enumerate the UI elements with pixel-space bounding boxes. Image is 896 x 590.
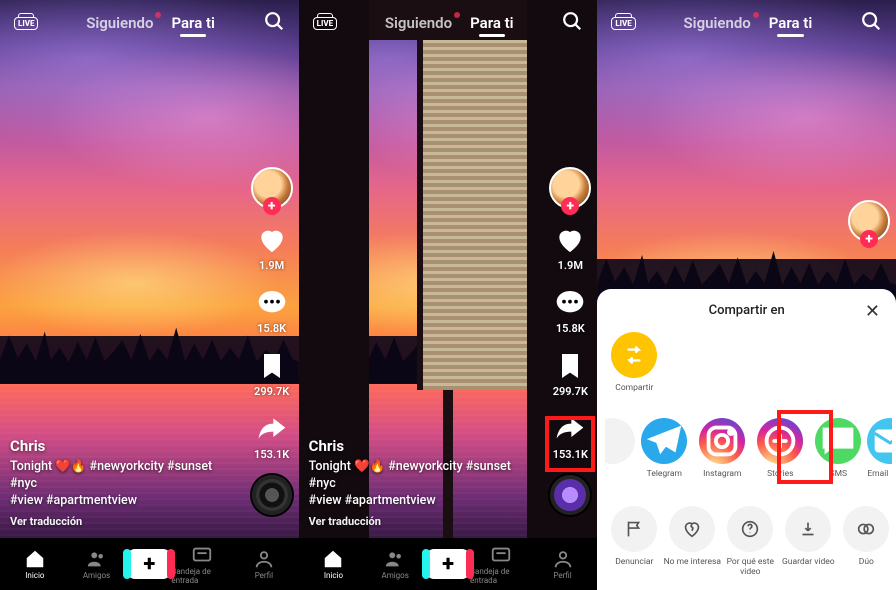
- share-count: 153.1K: [254, 448, 289, 461]
- download-icon: [785, 506, 831, 552]
- author-name[interactable]: Chris: [309, 437, 528, 455]
- nav-friends[interactable]: Amigos: [364, 548, 426, 580]
- tab-for-you[interactable]: Para ti: [769, 14, 812, 32]
- nav-profile[interactable]: Perfil: [233, 548, 295, 580]
- nav-create[interactable]: +: [426, 549, 470, 579]
- share-telegram[interactable]: Telegram: [635, 418, 693, 490]
- nav-friends[interactable]: Amigos: [66, 548, 128, 580]
- three-screens: LIVE Siguiendo Para ti + 1.9M 15.8K 299.…: [0, 0, 896, 590]
- share-sheet: Compartir en ✕ Compartir Telegram Instag…: [597, 289, 896, 590]
- translate-link[interactable]: Ver traducción: [309, 515, 528, 528]
- nav-create[interactable]: +: [127, 549, 171, 579]
- screen-3: LIVE Siguiendo Para ti + Compartir en ✕ …: [597, 0, 896, 590]
- comment-button[interactable]: 15.8K: [553, 286, 587, 335]
- tab-for-you[interactable]: Para ti: [171, 14, 214, 32]
- follow-plus-icon[interactable]: +: [263, 197, 281, 215]
- action-rail: + 1.9M 15.8K 299.7K 153.1K: [251, 167, 293, 515]
- share-icon: [255, 412, 289, 446]
- caption: Chris Tonight ❤️🔥 #newyorkcity #sunset #…: [10, 437, 229, 528]
- comment-button[interactable]: 15.8K: [255, 286, 289, 335]
- nav-home[interactable]: Inicio: [4, 548, 66, 580]
- caption-text[interactable]: Tonight ❤️🔥 #newyorkcity #sunset #nyc#vi…: [10, 459, 229, 510]
- like-button[interactable]: 1.9M: [553, 223, 587, 272]
- search-icon[interactable]: [263, 10, 285, 36]
- comment-count: 15.8K: [257, 322, 286, 335]
- author-name[interactable]: Chris: [10, 437, 229, 455]
- close-icon[interactable]: ✕: [865, 301, 880, 322]
- sound-disc[interactable]: [252, 475, 292, 515]
- notification-dot: [155, 12, 161, 18]
- author-avatar[interactable]: +: [251, 167, 293, 209]
- search-icon[interactable]: [561, 10, 583, 36]
- duet-icon: [843, 506, 889, 552]
- comment-icon: [255, 286, 289, 320]
- like-button[interactable]: 1.9M: [255, 223, 289, 272]
- feed-tabs: Siguiendo Para ti: [86, 14, 215, 32]
- save-button[interactable]: 299.7K: [254, 349, 289, 398]
- bookmark-icon: [255, 349, 289, 383]
- share-app-partial-left[interactable]: [605, 418, 635, 490]
- action-why[interactable]: Por qué este video: [721, 506, 779, 578]
- heart-icon: [255, 223, 289, 257]
- highlight-share: [545, 416, 595, 472]
- save-count: 299.7K: [254, 385, 289, 398]
- instagram-icon: [699, 418, 745, 464]
- author-avatar[interactable]: +: [549, 167, 591, 209]
- telegram-icon: [641, 418, 687, 464]
- plus-icon: +: [143, 552, 155, 577]
- share-instagram[interactable]: Instagram: [693, 418, 751, 490]
- broken-heart-icon: [669, 506, 715, 552]
- nav-home[interactable]: Inicio: [303, 548, 365, 580]
- repost-button[interactable]: Compartir: [605, 332, 663, 404]
- action-duet[interactable]: Dúo: [837, 506, 892, 578]
- share-button[interactable]: 153.1K: [254, 412, 289, 461]
- translate-link[interactable]: Ver traducción: [10, 515, 229, 528]
- screen-2: LIVE Siguiendo Para ti + 1.9M 15.8K 299.…: [299, 0, 598, 590]
- live-button[interactable]: LIVE: [611, 17, 635, 30]
- question-icon: [727, 506, 773, 552]
- tab-following[interactable]: Siguiendo: [385, 14, 452, 32]
- share-email[interactable]: Email: [867, 418, 892, 490]
- live-button[interactable]: LIVE: [313, 17, 337, 30]
- tab-following[interactable]: Siguiendo: [684, 14, 751, 32]
- bottom-nav: Inicio Amigos + Bandeja de entrada Perfi…: [0, 538, 299, 590]
- nav-inbox[interactable]: Bandeja de entrada: [171, 544, 233, 585]
- author-avatar[interactable]: +: [848, 200, 890, 242]
- repost-icon: [611, 332, 657, 378]
- action-not-interested[interactable]: No me interesa: [663, 506, 721, 578]
- save-button[interactable]: 299.7K: [553, 349, 588, 398]
- nav-profile[interactable]: Perfil: [532, 548, 594, 580]
- search-icon[interactable]: [860, 10, 882, 36]
- like-count: 1.9M: [259, 259, 284, 272]
- top-bar: LIVE Siguiendo Para ti: [0, 10, 299, 36]
- tab-following[interactable]: Siguiendo: [86, 14, 153, 32]
- share-sheet-title: Compartir en ✕: [601, 303, 892, 318]
- sound-disc[interactable]: [550, 475, 590, 515]
- action-save-video[interactable]: Guardar video: [779, 506, 837, 578]
- action-report[interactable]: Denunciar: [605, 506, 663, 578]
- live-button[interactable]: LIVE: [14, 17, 38, 30]
- tab-for-you[interactable]: Para ti: [470, 14, 513, 32]
- nav-inbox[interactable]: Bandeja de entrada: [470, 544, 532, 585]
- email-icon: [867, 418, 892, 464]
- screen-1: LIVE Siguiendo Para ti + 1.9M 15.8K 299.…: [0, 0, 299, 590]
- flag-icon: [611, 506, 657, 552]
- highlight-stories: [777, 410, 833, 484]
